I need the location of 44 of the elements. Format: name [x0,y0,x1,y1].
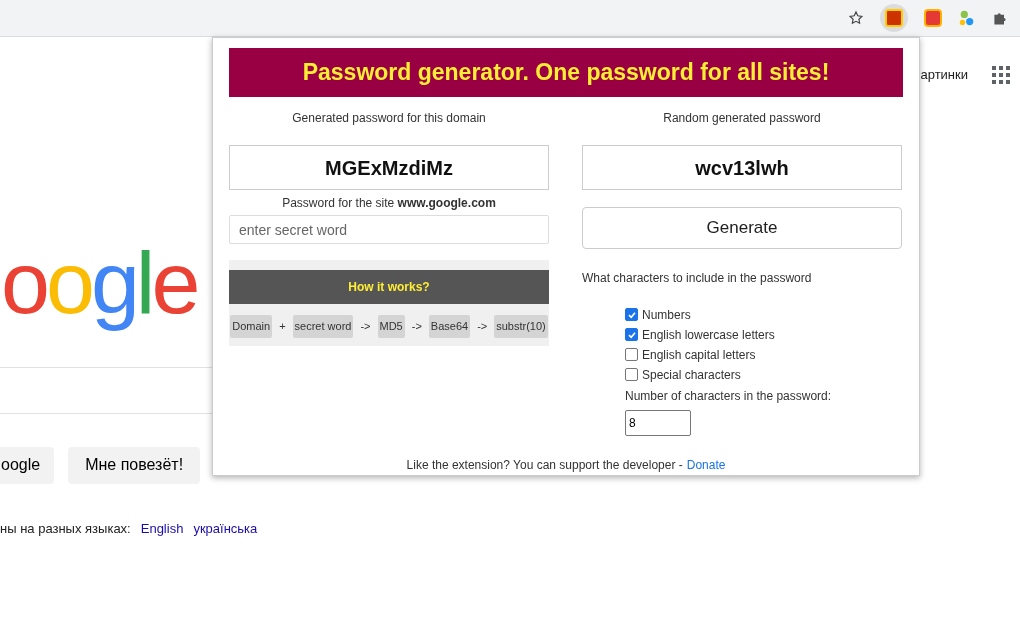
domain-password-field[interactable]: MGExMzdiMz [229,145,549,190]
domain-password-label: Generated password for this domain [292,110,486,127]
footer-text: Like the extension? You can support the developer - [406,457,683,474]
length-field[interactable]: 8 [625,410,691,436]
checkbox[interactable] [625,308,638,321]
how-it-works-title: How it works? [229,270,549,304]
popup-title: Password generator. One password for all sites! [229,48,903,97]
images-link[interactable]: артинки [920,65,968,85]
search-button[interactable]: oogle [0,446,55,484]
random-password-field[interactable]: wcv13lwh [582,145,902,190]
puzzle-icon[interactable] [992,10,1008,26]
step-arrow: -> [359,319,372,334]
step-chip: Base64 [428,315,471,338]
step-chip: secret word [292,315,354,338]
extension-icon[interactable] [924,9,942,27]
length-label: Number of characters in the password: [625,388,833,405]
option-label: Special characters [642,366,741,384]
google-logo: oogle [1,232,197,333]
option-label: Numbers [642,306,691,324]
star-icon[interactable] [848,10,864,26]
checkbox[interactable] [625,348,638,361]
secret-word-field[interactable]: enter secret word [229,215,549,244]
site-label: Password for the site www.google.com [282,195,496,212]
checkbox[interactable] [625,368,638,381]
option-label: English lowercase letters [642,326,775,344]
apps-grid-icon[interactable] [992,65,1010,84]
step-chip: substr(10) [494,315,548,338]
step-arrow: -> [476,319,489,334]
checkbox[interactable] [625,328,638,341]
option-label: English capital letters [642,346,756,364]
step-chip: MD5 [377,315,405,338]
step-arrow: + [278,319,287,334]
language-link[interactable]: English [140,518,184,538]
step-chip: Domain [230,315,273,338]
extension-icon[interactable] [880,4,908,32]
languages-text: ны на разных языках: [0,519,131,538]
search-button[interactable]: Мне повезёт! [68,446,201,484]
language-link[interactable]: українська [193,518,258,538]
random-password-label: Random generated password [663,110,821,127]
extension-icon[interactable] [958,9,976,27]
step-arrow: -> [410,319,423,334]
generate-button[interactable]: Generate [582,207,902,249]
donate-link[interactable]: Donate [686,456,726,474]
characters-label: What characters to include in the password [582,270,813,287]
